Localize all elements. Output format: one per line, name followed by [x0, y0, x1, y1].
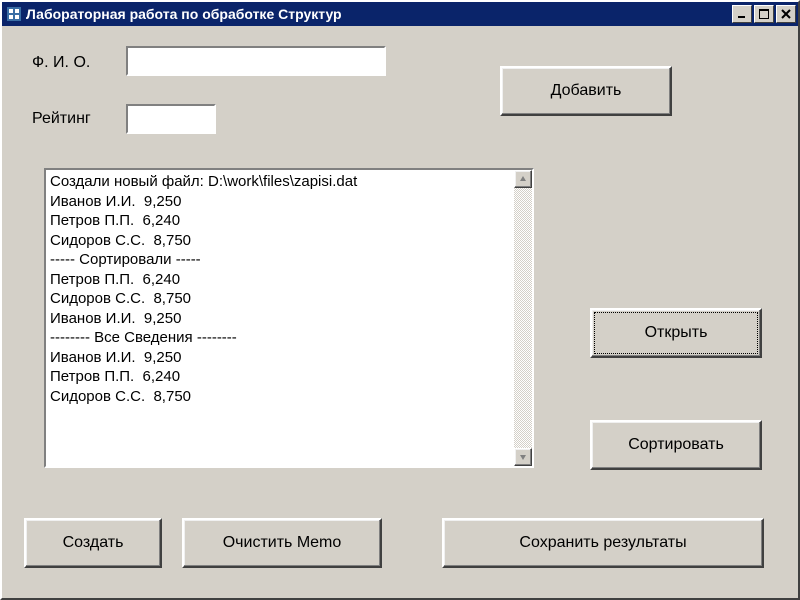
clear-memo-button-label: Очистить Memo	[223, 534, 342, 552]
window-title: Лабораторная работа по обработке Структу…	[26, 6, 732, 22]
scroll-up-button[interactable]	[514, 170, 532, 188]
close-button[interactable]	[776, 5, 796, 23]
fio-label: Ф. И. О.	[32, 54, 90, 72]
rating-label: Рейтинг	[32, 110, 91, 128]
add-button-label: Добавить	[551, 82, 622, 100]
add-button[interactable]: Добавить	[500, 66, 672, 116]
sort-button[interactable]: Сортировать	[590, 420, 762, 470]
create-button[interactable]: Создать	[24, 518, 162, 568]
scroll-track[interactable]	[514, 188, 532, 448]
memo: Создали новый файл: D:\work\files\zapisi…	[44, 168, 534, 468]
memo-scrollbar	[514, 170, 532, 466]
app-icon	[6, 6, 22, 22]
create-button-label: Создать	[63, 534, 124, 552]
fio-input[interactable]	[126, 46, 386, 76]
minimize-button[interactable]	[732, 5, 752, 23]
open-button-label: Открыть	[645, 324, 708, 342]
scroll-down-button[interactable]	[514, 448, 532, 466]
app-window: Лабораторная работа по обработке Структу…	[0, 0, 800, 600]
memo-text[interactable]: Создали новый файл: D:\work\files\zapisi…	[46, 170, 514, 466]
clear-memo-button[interactable]: Очистить Memo	[182, 518, 382, 568]
open-button[interactable]: Открыть	[590, 308, 762, 358]
save-results-button[interactable]: Сохранить результаты	[442, 518, 764, 568]
rating-input[interactable]	[126, 104, 216, 134]
titlebar-buttons	[732, 5, 796, 23]
maximize-button[interactable]	[754, 5, 774, 23]
titlebar: Лабораторная работа по обработке Структу…	[2, 2, 798, 26]
sort-button-label: Сортировать	[628, 436, 724, 454]
save-results-button-label: Сохранить результаты	[519, 534, 686, 552]
client-area: Ф. И. О. Рейтинг Добавить Создали новый …	[4, 28, 796, 596]
